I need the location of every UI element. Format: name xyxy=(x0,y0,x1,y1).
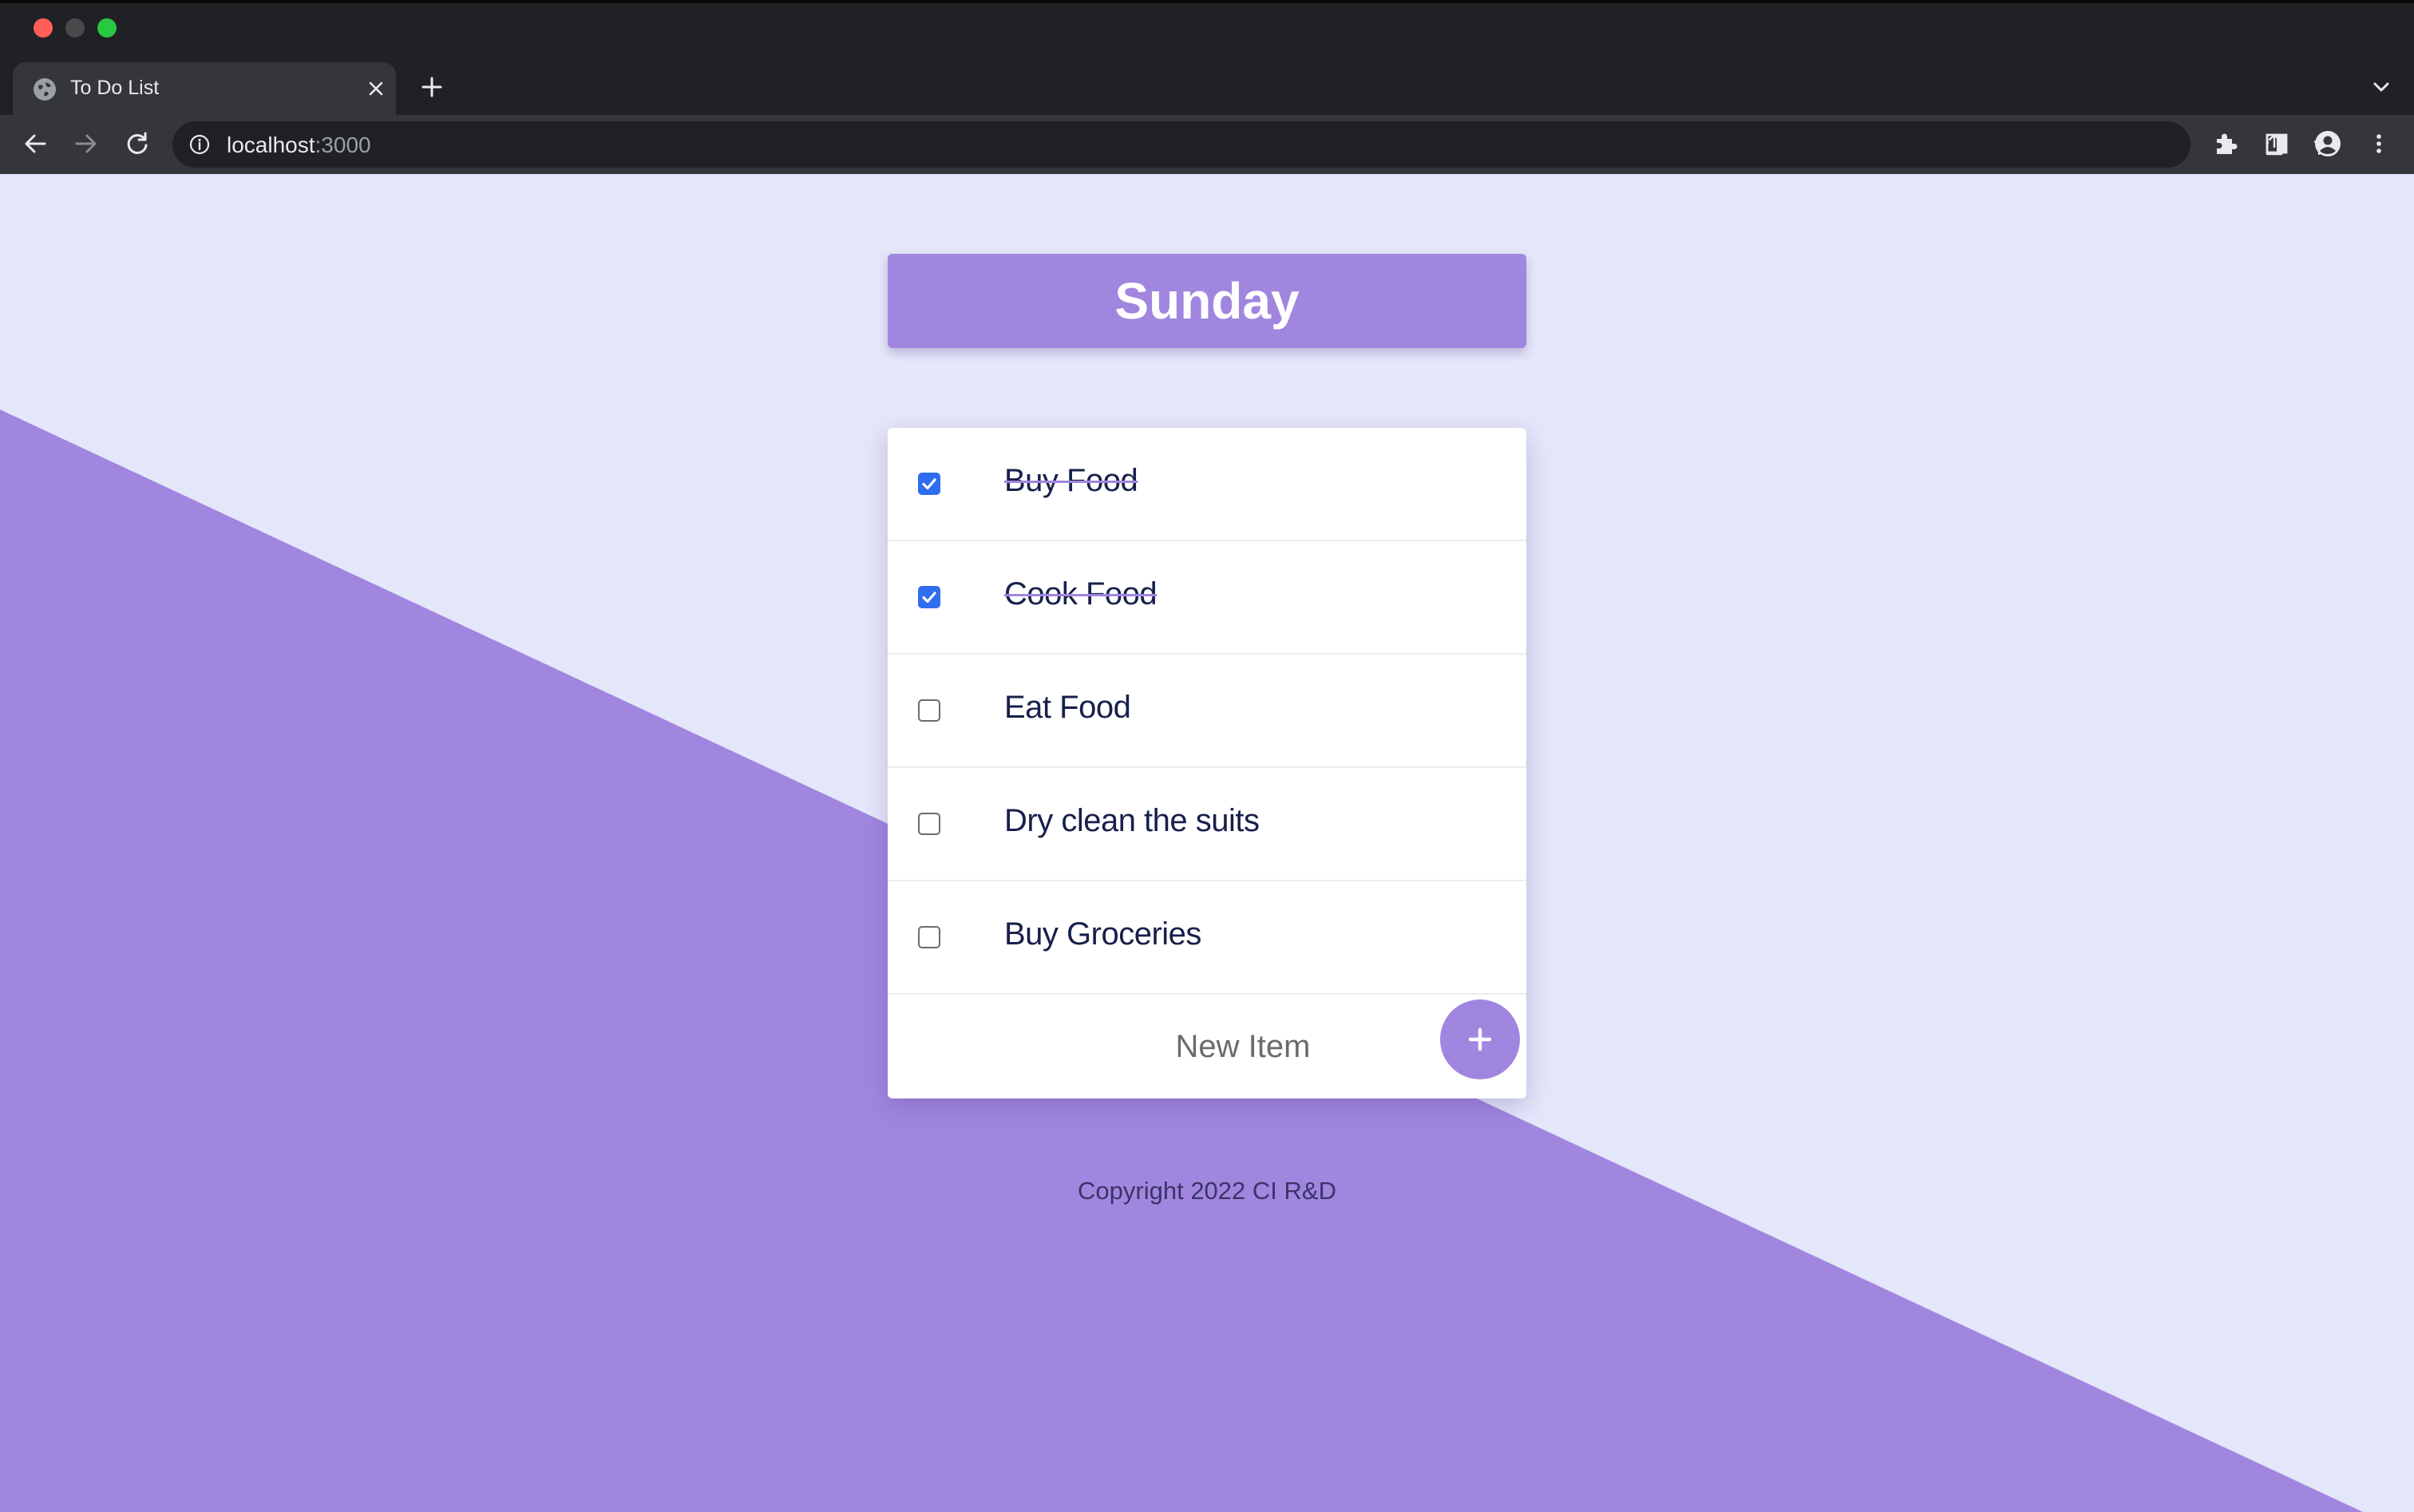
info-icon[interactable] xyxy=(188,133,211,156)
new-item-form xyxy=(888,995,1526,1098)
item-checkbox[interactable] xyxy=(918,586,940,608)
list-item[interactable]: Dry clean the suits xyxy=(888,768,1526,881)
item-label: Buy Groceries xyxy=(1004,916,1201,952)
item-label: Buy Food xyxy=(1004,463,1138,498)
close-tab-icon[interactable] xyxy=(362,75,390,102)
url-port: :3000 xyxy=(315,133,371,157)
new-tab-icon[interactable] xyxy=(417,72,447,102)
todo-card: Buy Food Cook Food Eat Food Dry clean th… xyxy=(888,428,1526,1098)
globe-icon xyxy=(34,78,56,101)
item-checkbox[interactable] xyxy=(918,699,940,722)
list-item[interactable]: Cook Food xyxy=(888,541,1526,655)
item-checkbox[interactable] xyxy=(918,813,940,835)
day-heading-box: Sunday xyxy=(888,254,1526,348)
tab-title: To Do List xyxy=(70,77,160,99)
back-arrow-icon[interactable] xyxy=(18,126,53,161)
maximize-window-button[interactable] xyxy=(97,18,117,38)
list-item[interactable]: Buy Groceries xyxy=(888,881,1526,995)
url-text: localhost:3000 xyxy=(227,133,371,158)
more-menu-icon[interactable] xyxy=(2363,128,2395,160)
item-checkbox[interactable] xyxy=(918,473,940,495)
profile-avatar-icon[interactable] xyxy=(2312,128,2344,160)
tab-to-do-list[interactable]: To Do List xyxy=(13,62,396,115)
plus-icon xyxy=(1468,1027,1492,1051)
tab-strip: To Do List xyxy=(0,48,2414,115)
extensions-puzzle-icon[interactable] xyxy=(2210,128,2242,160)
copyright-footer: Copyright 2022 CI R&D xyxy=(1078,1177,1336,1205)
day-heading: Sunday xyxy=(1114,272,1300,330)
close-window-button[interactable] xyxy=(34,18,53,38)
list-item[interactable]: Eat Food xyxy=(888,655,1526,768)
chevron-down-icon[interactable] xyxy=(2366,72,2396,102)
forward-arrow-icon[interactable] xyxy=(69,126,104,161)
item-label: Eat Food xyxy=(1004,690,1131,725)
window-titlebar xyxy=(0,0,2414,48)
address-bar[interactable]: localhost:3000 xyxy=(172,121,2337,168)
minimize-window-button[interactable] xyxy=(65,18,85,38)
browser-toolbar: localhost:3000 xyxy=(0,115,2414,174)
item-checkbox[interactable] xyxy=(918,926,940,948)
page-content: Sunday Buy Food Cook Food Eat Food Dry c… xyxy=(0,174,2414,1512)
side-panel-icon[interactable] xyxy=(2261,128,2293,160)
item-label: Cook Food xyxy=(1004,576,1158,612)
new-item-input[interactable] xyxy=(1031,1022,1454,1071)
add-item-button[interactable] xyxy=(1440,999,1520,1079)
reload-icon[interactable] xyxy=(120,126,155,161)
item-label: Dry clean the suits xyxy=(1004,803,1260,838)
list-item[interactable]: Buy Food xyxy=(888,428,1526,541)
url-host: localhost xyxy=(227,133,315,157)
